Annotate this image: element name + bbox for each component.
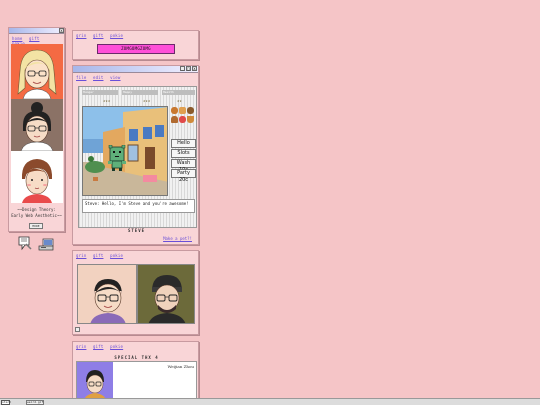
pet-window-titlebar[interactable]: _ □ x [73,66,198,73]
close-button[interactable]: x [59,28,64,33]
minimize-button[interactable]: _ [180,66,185,71]
pet-window: _ □ x file edit view Hunger Happy Health… [72,65,199,245]
banner-window-menu: grin gift pokie [73,31,198,40]
stat-happy: Happy [122,90,158,95]
drumstick-icon[interactable] [171,107,178,114]
bread-icon[interactable] [179,107,186,114]
special-heading: SPECIAL THX 4 [114,355,159,360]
stat-hunger: Hunger [82,90,118,95]
avatar-window: x home gift pokie [8,27,65,232]
wash-button[interactable]: Wash 10c [171,159,196,173]
menu-file[interactable]: file [76,75,86,80]
game-panel: Hunger Happy Health ★★★ ★★★ ★★ Hello Slo… [78,86,197,228]
maximize-button[interactable]: □ [186,66,191,71]
special-window-menu: grin gift pokie [73,342,198,351]
credit-card: Weijian Zhou [76,361,197,402]
cookie-icon[interactable] [187,107,194,114]
avatar-window-titlebar[interactable]: x [9,28,64,34]
menu-gift[interactable]: gift [93,33,103,38]
menu-pokie[interactable]: pokie [110,253,123,258]
burger-icon[interactable] [171,116,178,123]
pet-scene [82,106,168,196]
broken-image-icon [75,327,80,332]
star-rating: ★★ [177,98,182,103]
computer-icon[interactable] [38,237,54,251]
menu-grin[interactable]: grin [76,33,86,38]
party-button[interactable]: Party 20c [171,169,196,183]
pet-dialog: Steve: Hello, I'm Steve and you're aweso… [82,199,195,213]
special-window: grin gift pokie SPECIAL THX 4 Weijian Zh… [72,341,199,402]
menu-grin[interactable]: grin [76,344,86,349]
star-rating: ★★★ [143,98,151,103]
pet-window-menu: file edit view [73,73,198,82]
menu-gift[interactable]: gift [29,36,39,41]
avatar-blonde [11,44,63,99]
taskbar-item[interactable]: weird.gif [26,400,44,405]
inventory-grid [171,107,195,127]
start-button[interactable]: start [1,400,11,405]
credit-avatar [77,362,113,402]
hello-button[interactable]: Hello [171,139,196,148]
friend-photo-right [137,264,195,324]
friend-photo-left [77,264,137,324]
menu-view[interactable]: view [110,75,120,80]
avatar-brown [11,151,63,203]
banner-button[interactable]: ZOMGOMGZOMG [97,44,175,54]
menu-gift[interactable]: gift [93,253,103,258]
menu-gift[interactable]: gift [93,344,103,349]
avatar-bun [11,99,63,151]
slots-button[interactable]: Slots [171,149,196,158]
menu-grin[interactable]: grin [76,253,86,258]
pie-icon[interactable] [187,116,194,123]
star-rating: ★★★ [103,98,111,103]
close-button[interactable]: x [192,66,197,71]
menu-pokie[interactable]: pokie [110,344,123,349]
make-pet-link[interactable]: Make a pet?! [163,236,192,241]
stat-health: Health [162,90,195,95]
chat-bubble-icon[interactable] [17,235,33,251]
menu-edit[interactable]: edit [93,75,103,80]
pet-name: STEVE [127,228,146,233]
friends-window-menu: grin gift pokie [73,251,198,260]
friends-window: grin gift pokie [72,250,199,335]
caption-line-2: Early Web Aesthetic~~ [11,213,62,218]
candy-icon[interactable] [179,116,186,123]
more-button[interactable]: MORE [29,223,43,229]
pet-sprite[interactable] [107,145,127,171]
credit-name: Weijian Zhou [167,364,194,369]
banner-window: grin gift pokie ZOMGOMGZOMG [72,30,199,60]
menu-pokie[interactable]: pokie [110,33,123,38]
caption-line-1: ~~Design Theory: [17,207,56,212]
taskbar: start weird.gif [0,398,540,405]
